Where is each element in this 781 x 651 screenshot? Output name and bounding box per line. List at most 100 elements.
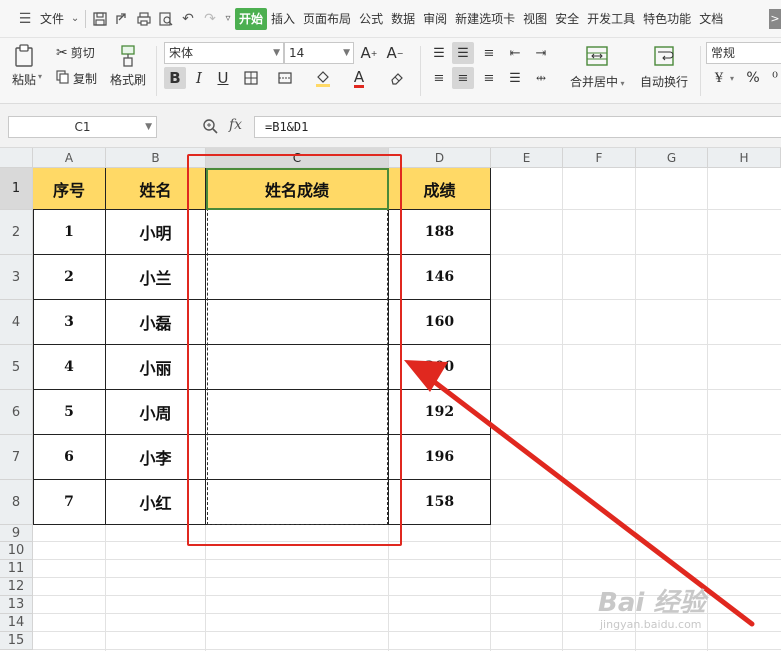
paste-dropdown-icon[interactable]: ▾ xyxy=(38,72,42,81)
align-bottom-icon[interactable]: ≡ xyxy=(478,42,500,64)
bold-button[interactable]: B xyxy=(164,67,186,89)
fx-icon[interactable]: fx xyxy=(229,117,242,133)
decrease-indent-icon[interactable]: ⇤ xyxy=(504,42,526,64)
number-format-select[interactable]: 常规 xyxy=(706,42,781,64)
cell-a4[interactable]: 3 xyxy=(33,300,106,345)
cell-a2[interactable]: 1 xyxy=(33,210,106,255)
redo-icon[interactable]: ↷ xyxy=(199,8,221,30)
row-header-4[interactable]: 4 xyxy=(0,300,33,345)
gridline xyxy=(33,577,781,578)
tab-security[interactable]: 安全 xyxy=(551,8,583,30)
row-header-14[interactable]: 14 xyxy=(0,614,33,632)
increase-indent-icon[interactable]: ⇥ xyxy=(530,42,552,64)
font-name-select[interactable]: 宋体 ▼ xyxy=(164,42,284,64)
fill-color-icon[interactable] xyxy=(312,67,334,89)
cell-a3[interactable]: 2 xyxy=(33,255,106,300)
wrap-text-button[interactable]: 自动换行 xyxy=(640,44,688,90)
row-header-5[interactable]: 5 xyxy=(0,345,33,390)
tab-document[interactable]: 文档 xyxy=(695,8,727,30)
row-header-2[interactable]: 2 xyxy=(0,210,33,255)
cell-d6[interactable]: 192 xyxy=(389,390,491,435)
cell-a7[interactable]: 6 xyxy=(33,435,106,480)
comma-style-icon[interactable]: ⁰ xyxy=(764,67,781,89)
customize-toolbar-icon[interactable]: ▿ xyxy=(221,8,235,30)
copy-button[interactable]: 复制 xyxy=(56,70,97,87)
align-center-icon[interactable]: ≡ xyxy=(452,67,474,89)
distributed-icon[interactable]: ⇹ xyxy=(530,67,552,89)
font-size-select[interactable]: 14 ▼ xyxy=(284,42,354,64)
cell-d8[interactable]: 158 xyxy=(389,480,491,525)
row-header-15[interactable]: 15 xyxy=(0,632,33,650)
align-middle-icon[interactable]: ☰ xyxy=(452,42,474,64)
percent-button[interactable]: % xyxy=(742,67,764,89)
cell-d4[interactable]: 160 xyxy=(389,300,491,345)
name-box[interactable]: C1 ▼ xyxy=(8,116,157,138)
select-all-corner[interactable] xyxy=(0,148,33,168)
tab-page-layout[interactable]: 页面布局 xyxy=(299,8,355,30)
header-cell-d[interactable]: 成绩 xyxy=(389,168,491,210)
increase-font-size-icon[interactable]: A + xyxy=(358,42,380,64)
undo-icon[interactable]: ↶ xyxy=(177,8,199,30)
tab-insert[interactable]: 插入 xyxy=(267,8,299,30)
paste-button[interactable]: 粘贴 xyxy=(12,44,36,88)
justify-icon[interactable]: ☰ xyxy=(504,67,526,89)
format-painter-button[interactable]: 格式刷 xyxy=(110,44,146,88)
decrease-font-size-icon[interactable]: A − xyxy=(384,42,406,64)
tab-new-tab[interactable]: 新建选项卡 xyxy=(451,8,519,30)
column-header-a[interactable]: A xyxy=(33,148,106,168)
formula-input[interactable]: =B1&D1 xyxy=(254,116,781,138)
cell-style-icon[interactable] xyxy=(274,67,296,89)
tab-formulas[interactable]: 公式 xyxy=(355,8,387,30)
export-icon[interactable] xyxy=(111,8,133,30)
save-icon[interactable] xyxy=(89,8,111,30)
chevron-down-icon[interactable]: ⌄ xyxy=(68,8,82,30)
cell-d5[interactable]: 200 xyxy=(389,345,491,390)
cell-d7[interactable]: 196 xyxy=(389,435,491,480)
zoom-search-icon[interactable] xyxy=(202,118,218,138)
row-header-1[interactable]: 1 xyxy=(0,168,33,210)
row-header-7[interactable]: 7 xyxy=(0,435,33,480)
column-header-d[interactable]: D xyxy=(389,148,491,168)
cell-d3[interactable]: 146 xyxy=(389,255,491,300)
currency-icon[interactable]: ¥ xyxy=(708,67,730,89)
column-header-g[interactable]: G xyxy=(636,148,708,168)
row-header-9[interactable]: 9 xyxy=(0,525,33,542)
tab-special-features[interactable]: 特色功能 xyxy=(639,8,695,30)
more-tabs-button[interactable]: > xyxy=(769,9,781,29)
cell-a5[interactable]: 4 xyxy=(33,345,106,390)
merge-center-button[interactable]: 合并居中 ▾ xyxy=(570,44,625,90)
row-header-12[interactable]: 12 xyxy=(0,578,33,596)
clear-format-icon[interactable] xyxy=(386,67,408,89)
column-header-f[interactable]: F xyxy=(563,148,636,168)
cell-d2[interactable]: 188 xyxy=(389,210,491,255)
row-header-11[interactable]: 11 xyxy=(0,560,33,578)
hamburger-menu-icon[interactable]: ☰ xyxy=(14,8,36,30)
align-left-icon[interactable]: ≡ xyxy=(428,67,450,89)
row-header-13[interactable]: 13 xyxy=(0,596,33,614)
font-color-icon[interactable]: A xyxy=(348,67,370,89)
print-icon[interactable] xyxy=(133,8,155,30)
header-cell-a[interactable]: 序号 xyxy=(33,168,106,210)
column-header-e[interactable]: E xyxy=(491,148,563,168)
row-header-8[interactable]: 8 xyxy=(0,480,33,525)
italic-button[interactable]: I xyxy=(188,67,210,89)
currency-dropdown-icon[interactable]: ▾ xyxy=(730,74,734,83)
print-preview-icon[interactable] xyxy=(155,8,177,30)
tab-developer[interactable]: 开发工具 xyxy=(583,8,639,30)
tab-home[interactable]: 开始 xyxy=(235,7,268,30)
cell-a6[interactable]: 5 xyxy=(33,390,106,435)
cell-a8[interactable]: 7 xyxy=(33,480,106,525)
align-top-icon[interactable]: ☰ xyxy=(428,42,450,64)
row-header-10[interactable]: 10 xyxy=(0,542,33,560)
cut-button[interactable]: ✂ 剪切 xyxy=(56,44,95,61)
column-header-h[interactable]: H xyxy=(708,148,781,168)
file-menu[interactable]: 文件 xyxy=(36,8,68,30)
row-header-6[interactable]: 6 xyxy=(0,390,33,435)
tab-view[interactable]: 视图 xyxy=(519,8,551,30)
underline-button[interactable]: U xyxy=(212,67,234,89)
tab-review[interactable]: 审阅 xyxy=(419,8,451,30)
borders-icon[interactable] xyxy=(240,67,262,89)
tab-data[interactable]: 数据 xyxy=(387,8,419,30)
align-right-icon[interactable]: ≡ xyxy=(478,67,500,89)
row-header-3[interactable]: 3 xyxy=(0,255,33,300)
